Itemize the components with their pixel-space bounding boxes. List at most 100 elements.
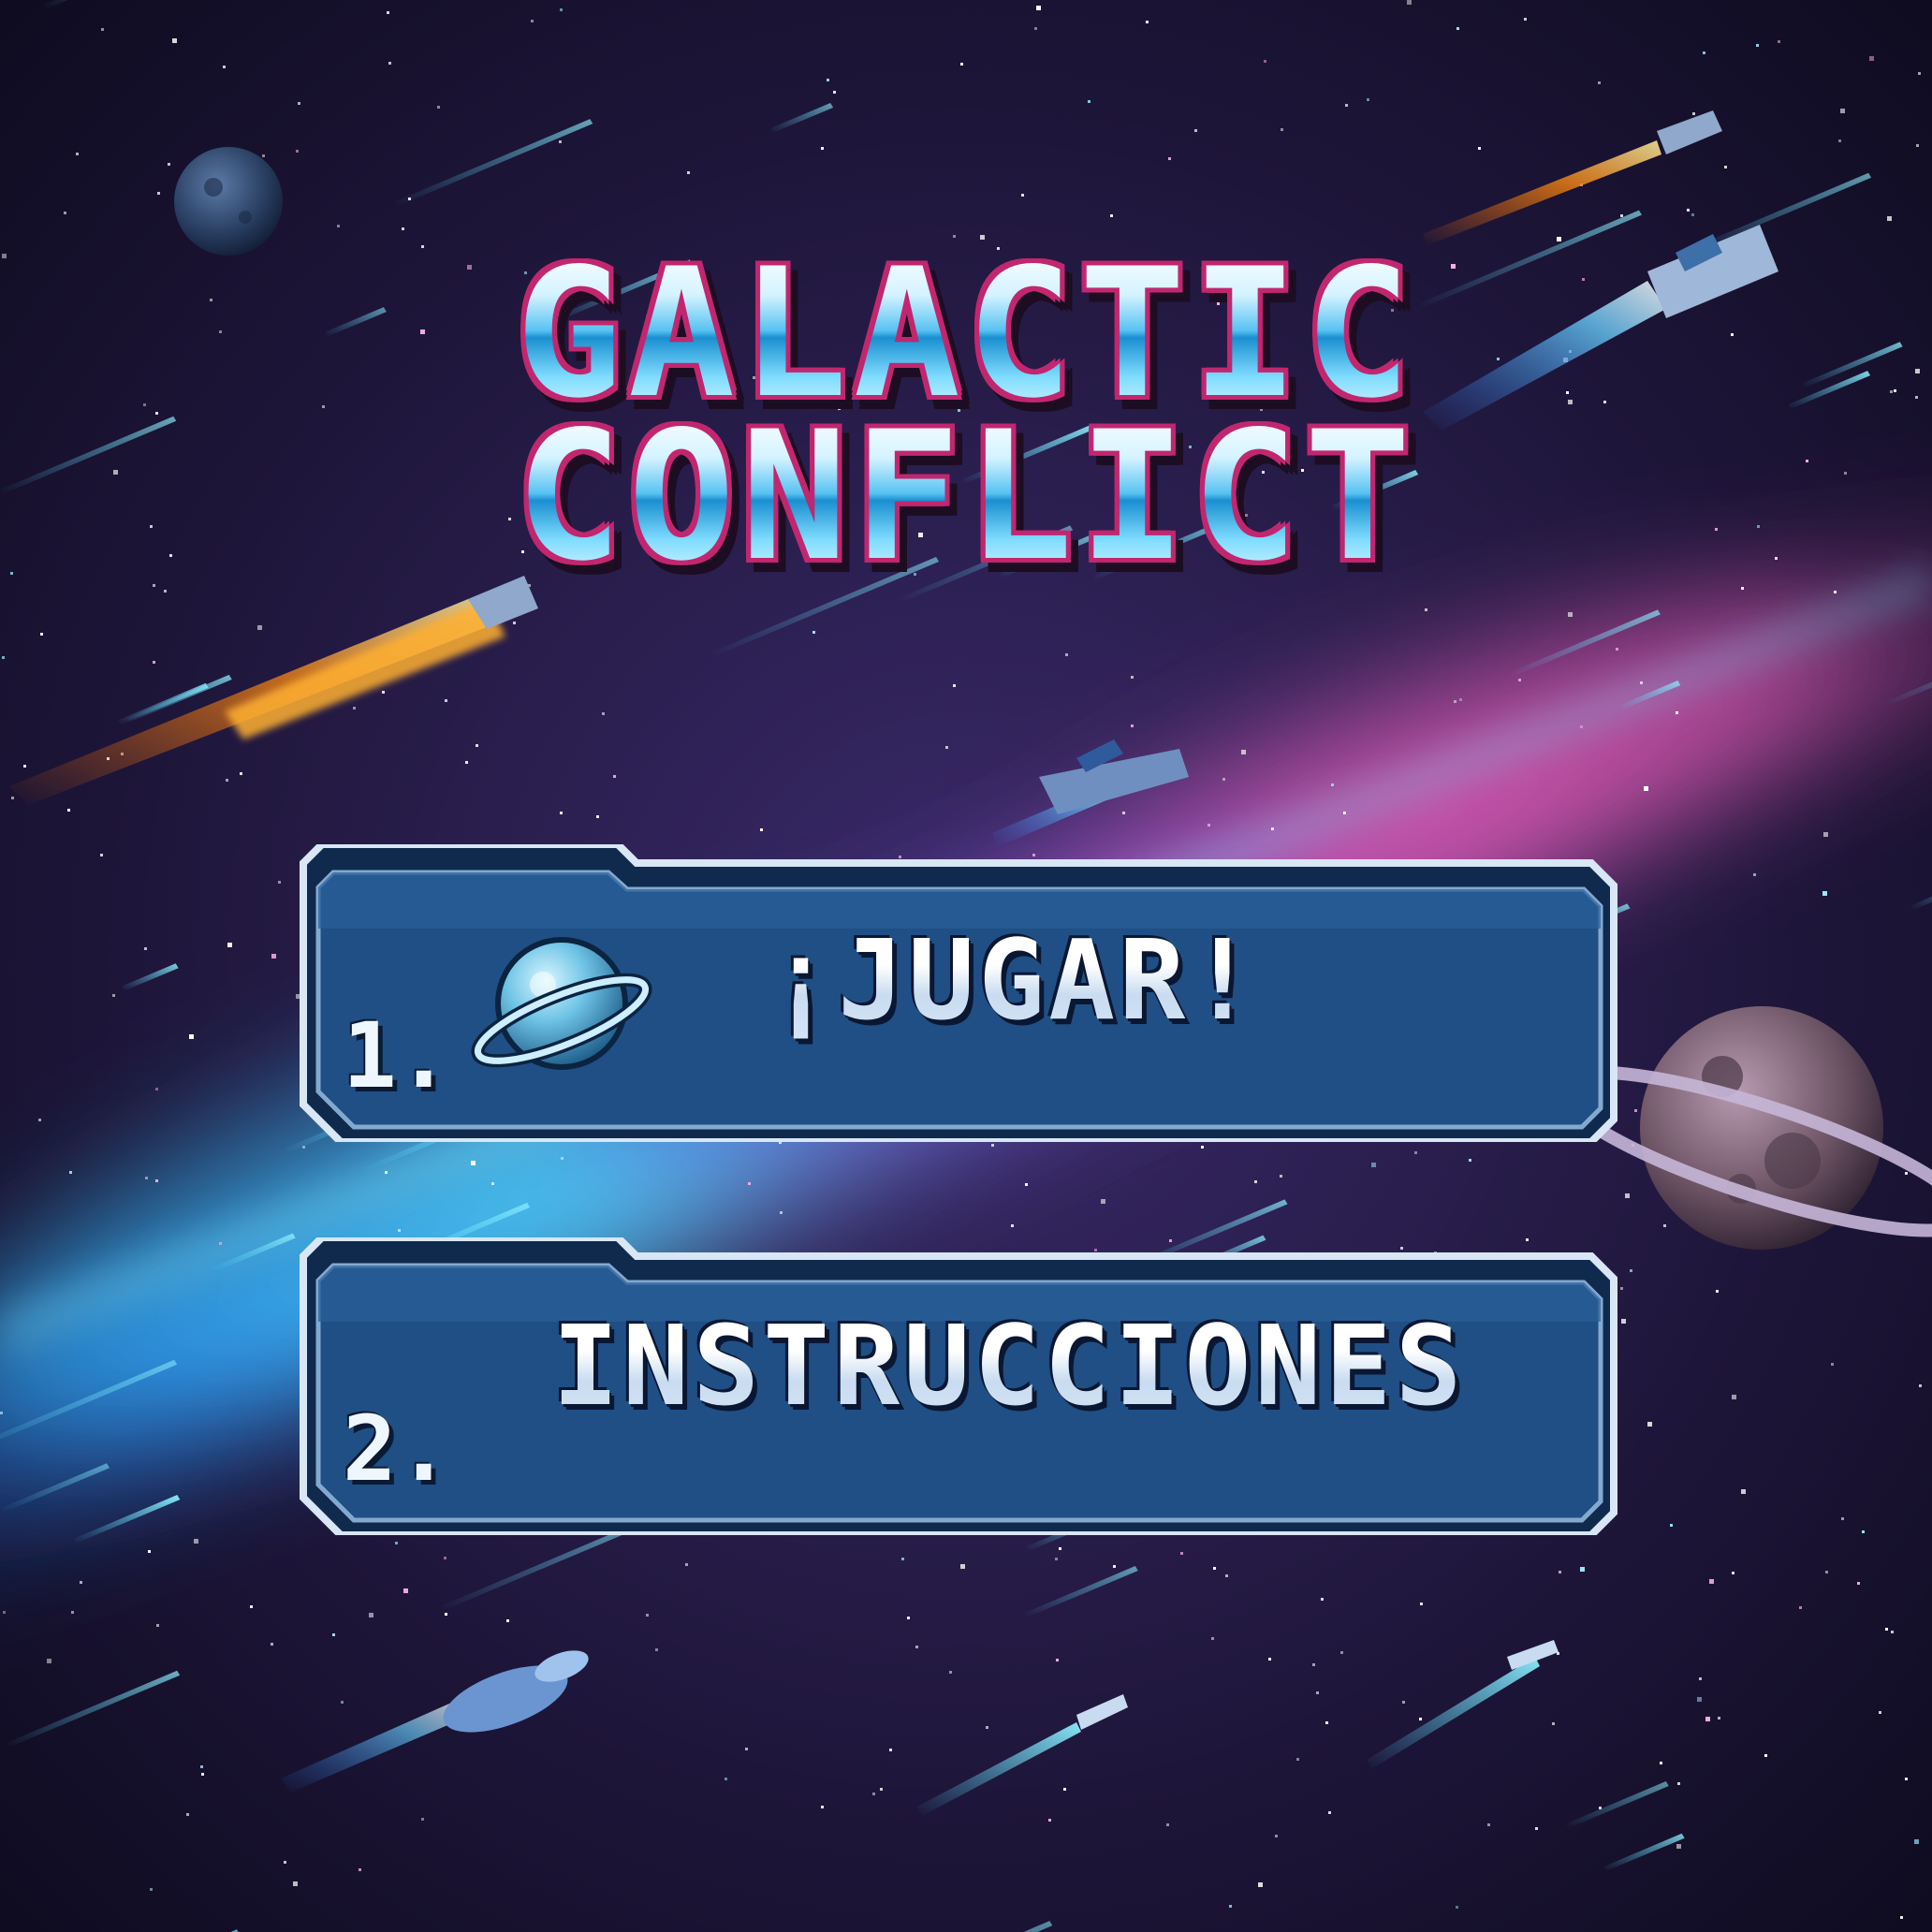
- star: [780, 1211, 783, 1214]
- star: [1056, 1659, 1059, 1661]
- star: [1756, 44, 1759, 47]
- star: [369, 1613, 373, 1617]
- star: [1741, 1489, 1746, 1494]
- star: [559, 140, 562, 143]
- star: [1268, 1658, 1271, 1661]
- star: [1580, 1567, 1585, 1572]
- star: [1402, 1701, 1405, 1704]
- play-button[interactable]: 1. ¡JUGAR!: [300, 844, 1621, 1142]
- moon: [174, 147, 283, 256]
- star: [1697, 1697, 1702, 1702]
- star: [561, 1157, 564, 1160]
- star: [38, 1119, 41, 1121]
- star: [157, 192, 160, 195]
- star: [76, 153, 79, 155]
- play-button-number: 1.: [343, 1003, 451, 1108]
- star: [1021, 194, 1024, 197]
- star: [1676, 711, 1678, 714]
- star: [155, 1179, 158, 1182]
- star: [1264, 60, 1266, 63]
- star: [1718, 1717, 1720, 1720]
- star: [1799, 1606, 1802, 1609]
- star: [271, 954, 276, 959]
- star: [226, 779, 228, 782]
- star: [1518, 679, 1521, 681]
- star: [148, 1550, 151, 1553]
- star: [748, 1182, 751, 1185]
- star: [1918, 72, 1921, 75]
- title-screen: GALACTIC CONFLICT 1. ¡JUGAR! 2. INSTRUCC…: [0, 0, 1932, 1932]
- star: [155, 1088, 158, 1090]
- star: [1885, 1628, 1888, 1631]
- star: [1478, 147, 1481, 150]
- star: [1296, 1758, 1299, 1761]
- star: [1630, 1269, 1632, 1272]
- star: [1419, 1718, 1422, 1720]
- star: [1905, 1778, 1908, 1780]
- star: [1122, 812, 1125, 814]
- star: [1241, 750, 1246, 754]
- star: [1916, 144, 1919, 147]
- star: [1281, 128, 1283, 131]
- star: [465, 761, 468, 764]
- star: [67, 809, 70, 812]
- star: [445, 1613, 447, 1616]
- star: [986, 1726, 988, 1729]
- star: [1331, 783, 1334, 786]
- star: [1703, 51, 1705, 54]
- star: [1677, 1782, 1680, 1785]
- star: [476, 744, 478, 747]
- star: [1469, 1159, 1471, 1162]
- star: [915, 1646, 918, 1648]
- star: [1891, 1631, 1894, 1633]
- star: [760, 828, 763, 831]
- star: [284, 1861, 286, 1864]
- star: [1862, 1530, 1865, 1533]
- star: [646, 1614, 649, 1617]
- star: [531, 20, 534, 22]
- star: [833, 91, 836, 94]
- star: [296, 150, 299, 153]
- star: [223, 66, 226, 68]
- star: [1065, 653, 1068, 656]
- star: [1724, 166, 1727, 168]
- star: [1621, 1319, 1626, 1324]
- star: [164, 590, 167, 593]
- instructions-button-number: 2.: [343, 1397, 451, 1501]
- star: [271, 1643, 273, 1646]
- star: [1524, 18, 1527, 21]
- star: [1764, 1754, 1767, 1757]
- star: [821, 147, 824, 150]
- star: [1914, 1839, 1919, 1844]
- star: [278, 881, 281, 884]
- star: [1201, 1146, 1204, 1149]
- star: [227, 943, 232, 947]
- star: [1559, 1571, 1561, 1573]
- star: [1660, 1762, 1662, 1764]
- star: [491, 1182, 494, 1185]
- star: [1625, 1193, 1630, 1198]
- star: [945, 746, 948, 749]
- star: [71, 1611, 74, 1614]
- star: [298, 102, 300, 105]
- star: [1552, 1722, 1555, 1725]
- star: [1732, 1395, 1736, 1399]
- instructions-button[interactable]: 2. INSTRUCCIONES: [300, 1237, 1621, 1535]
- star: [1741, 587, 1744, 590]
- star: [1840, 109, 1845, 113]
- star: [1869, 56, 1874, 61]
- star: [47, 1659, 51, 1663]
- star: [2, 656, 5, 659]
- star: [1699, 1677, 1702, 1680]
- star: [991, 1144, 994, 1147]
- star: [1753, 873, 1756, 876]
- star: [64, 212, 66, 214]
- star: [387, 11, 389, 14]
- star: [153, 661, 155, 664]
- star: [1048, 1819, 1051, 1822]
- star: [1459, 698, 1462, 701]
- star: [1905, 1172, 1908, 1175]
- star: [1325, 1721, 1328, 1724]
- star: [437, 106, 440, 109]
- star: [1131, 724, 1134, 727]
